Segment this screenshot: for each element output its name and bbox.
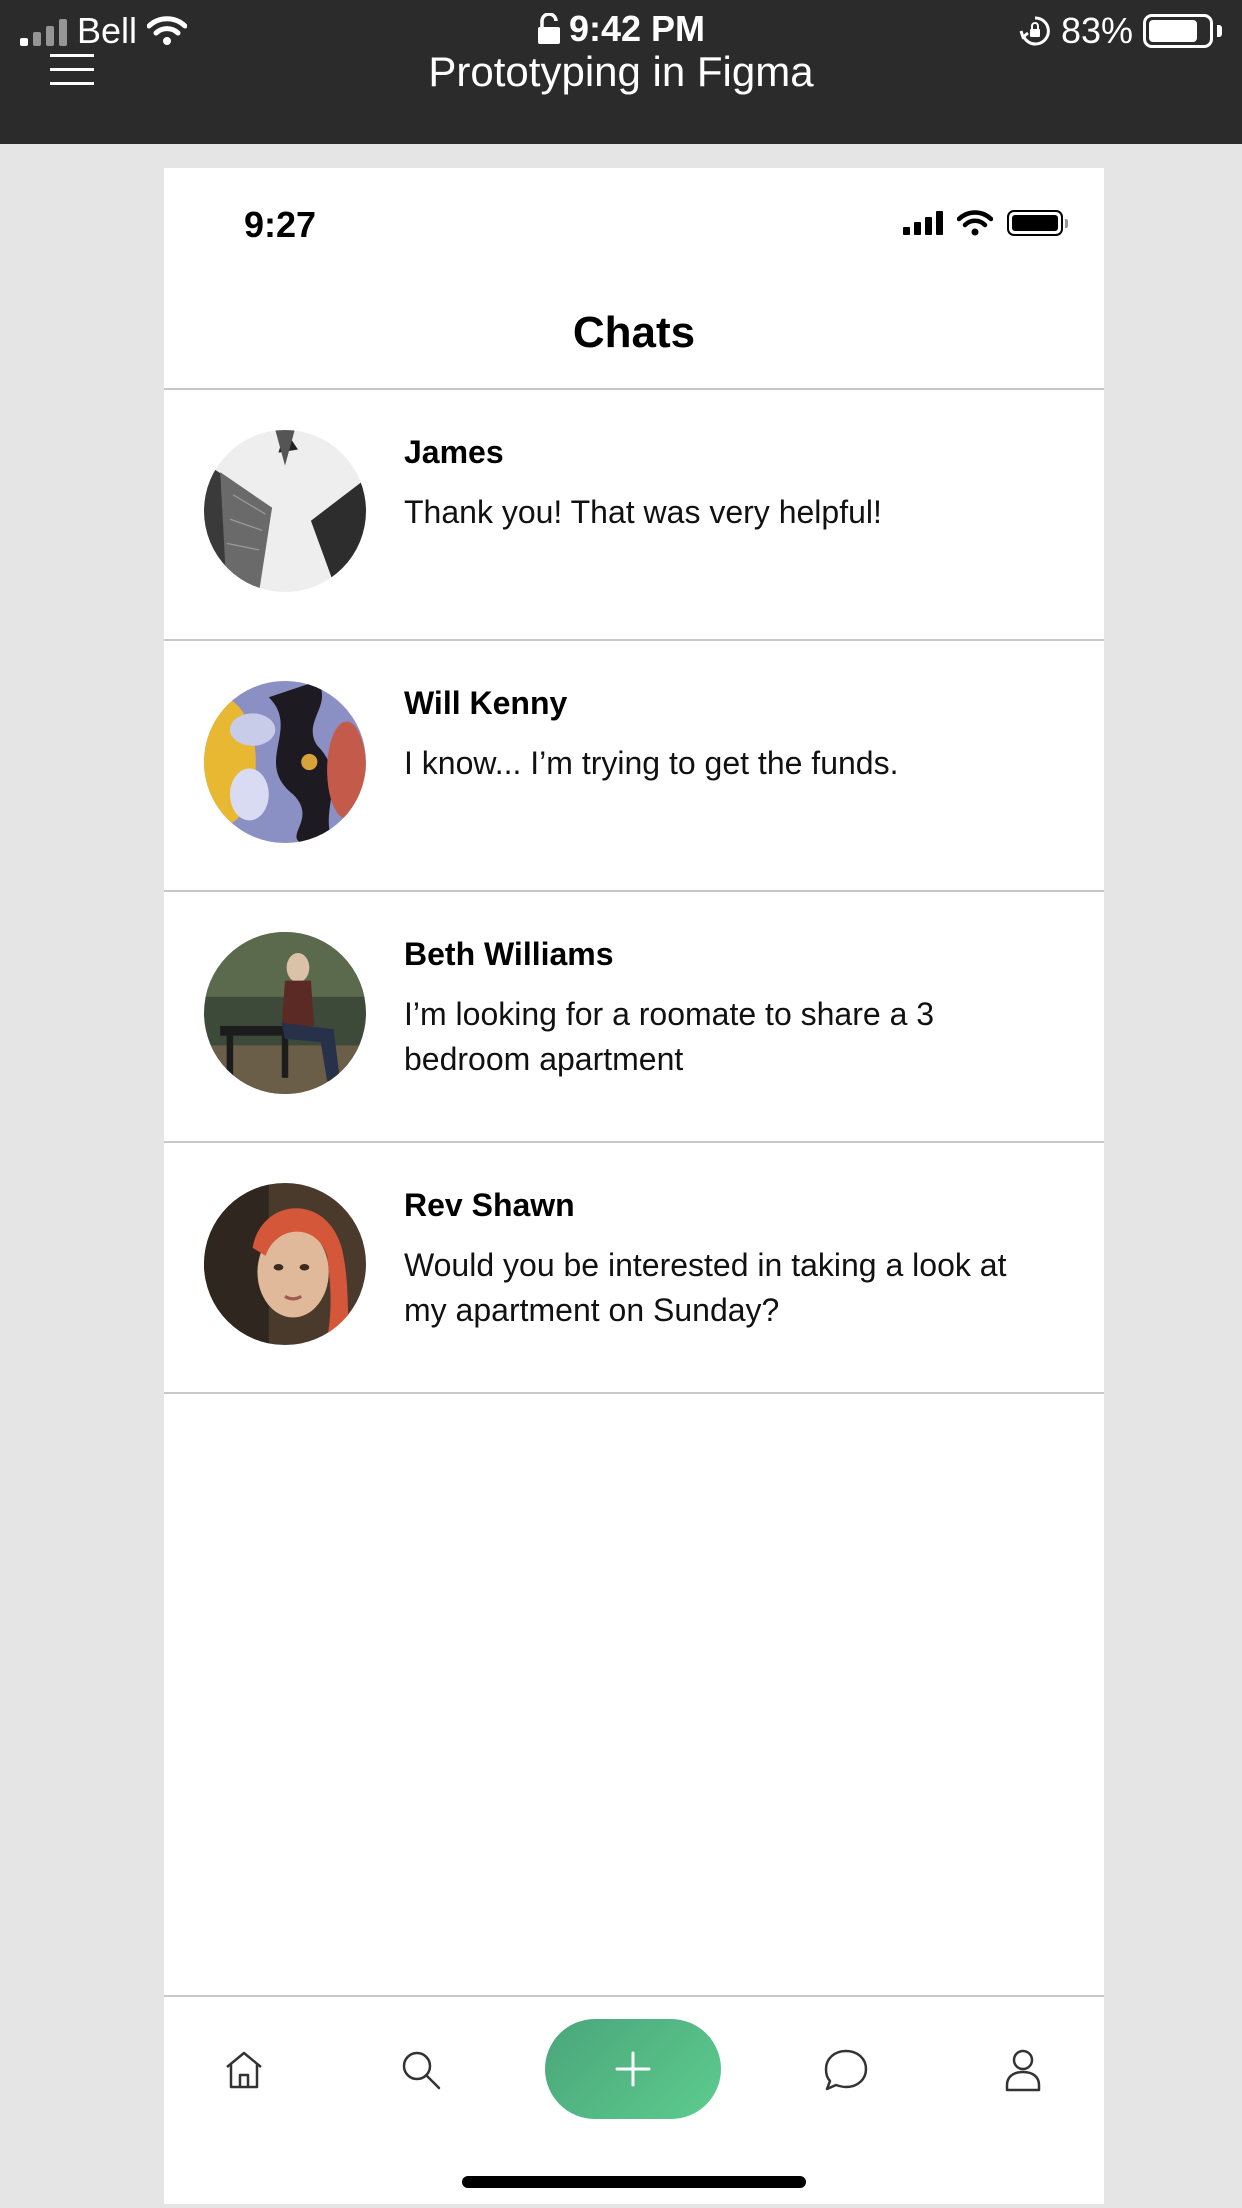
- app-top-bar: Bell 9:42 PM 83% Prototyping in Figma: [0, 0, 1242, 144]
- chat-list: James Thank you! That was very helpful! …: [164, 390, 1104, 1394]
- home-icon[interactable]: [219, 2045, 269, 2095]
- lock-icon: [537, 13, 560, 44]
- system-time: 9:42 PM: [568, 8, 706, 49]
- battery-percentage: 83%: [1060, 10, 1133, 51]
- screen-title: Chats: [572, 308, 696, 357]
- red-hair-woman-avatar: [204, 1183, 366, 1345]
- abstract-paint-avatar: [204, 681, 366, 843]
- battery-icon: [1007, 210, 1068, 236]
- profile-icon[interactable]: [998, 2045, 1048, 2095]
- chat-contact-name: Rev Shawn: [404, 1187, 575, 1223]
- chat-last-message: I’m looking for a roomate to share a 3 b…: [404, 996, 935, 1077]
- home-indicator[interactable]: [462, 2176, 806, 2188]
- chat-row[interactable]: Beth Williams I’m looking for a roomate …: [164, 892, 1104, 1143]
- battery-cap: [1217, 25, 1222, 37]
- plus-icon: [615, 2051, 651, 2087]
- cellular-signal-icon: [903, 211, 943, 235]
- prototype-status-bar: 9:27: [164, 168, 1104, 268]
- skyscrapers-avatar: [204, 430, 366, 592]
- chat-last-message: I know... I’m trying to get the funds.: [404, 745, 899, 781]
- new-chat-button[interactable]: [545, 2019, 721, 2119]
- rotation-lock-icon: [1019, 16, 1050, 46]
- bottom-tab-bar: [164, 1997, 1104, 2147]
- prototype-frame: 9:27 Chats James Thank you! That was ver…: [164, 168, 1104, 2204]
- battery-info: 83%: [1019, 10, 1222, 52]
- prototype-time: 9:27: [244, 204, 317, 245]
- chat-row[interactable]: James Thank you! That was very helpful!: [164, 390, 1104, 641]
- chat-last-message: Would you be interested in taking a look…: [404, 1247, 1007, 1328]
- chat-row[interactable]: Will Kenny I know... I’m trying to get t…: [164, 641, 1104, 892]
- chat-row[interactable]: Rev Shawn Would you be interested in tak…: [164, 1143, 1104, 1394]
- woman-on-bench-avatar: [204, 932, 366, 1094]
- chat-last-message: Thank you! That was very helpful!: [404, 494, 882, 530]
- chat-contact-name: Beth Williams: [404, 936, 614, 972]
- search-icon[interactable]: [396, 2045, 446, 2095]
- chat-contact-name: Will Kenny: [404, 685, 568, 721]
- chat-bubble-icon[interactable]: [821, 2045, 871, 2095]
- wifi-icon: [957, 210, 993, 236]
- app-title: Prototyping in Figma: [428, 48, 814, 95]
- battery-icon: [1143, 14, 1213, 48]
- prototype-status-icons: [903, 210, 1068, 236]
- chat-contact-name: James: [404, 434, 504, 470]
